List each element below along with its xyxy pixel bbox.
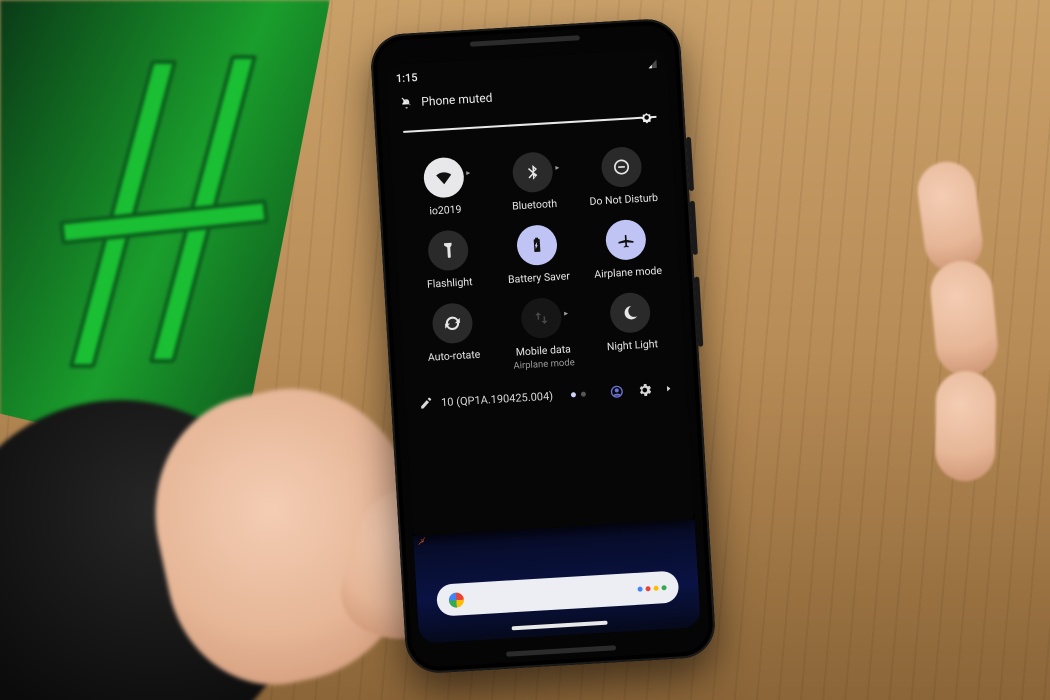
brightness-thumb[interactable]	[637, 108, 656, 127]
tile-wifi[interactable]: ▸ io2019	[401, 155, 488, 219]
tile-mobiledata[interactable]: ▸ Mobile dataAirplane mode	[499, 296, 586, 373]
status-clock: 1:15	[395, 70, 417, 84]
tile-caret-icon[interactable]: ▸	[564, 310, 568, 318]
tile-caret-icon[interactable]: ▸	[555, 164, 559, 172]
edit-tiles-icon[interactable]	[419, 396, 434, 411]
gesture-nav-bar[interactable]	[512, 621, 608, 631]
tile-autorotate[interactable]: Auto-rotate	[409, 301, 496, 378]
flashlight-icon[interactable]	[427, 229, 469, 271]
battery-icon[interactable]	[516, 224, 558, 266]
bell-off-icon	[399, 95, 414, 110]
tile-label: Flashlight	[427, 275, 473, 291]
tile-label: Mobile data	[515, 343, 571, 359]
page-dots	[571, 391, 586, 397]
ringer-label: Phone muted	[421, 91, 493, 109]
brightness-icon	[637, 108, 656, 127]
scene-root: 1:15 Phone muted ▸ io2019 ▸ Bluetooth Do Not…	[0, 0, 1050, 700]
dnd-icon[interactable]	[601, 146, 643, 188]
page-dot	[581, 391, 586, 396]
status-icons	[643, 56, 658, 70]
quick-settings-grid: ▸ io2019 ▸ Bluetooth Do Not Disturb Flashligh…	[391, 140, 686, 387]
settings-gear-icon[interactable]	[636, 382, 653, 399]
tile-label: io2019	[429, 203, 462, 218]
tile-nightlight[interactable]: Night Light	[588, 291, 675, 368]
bluetooth-icon[interactable]	[512, 151, 554, 193]
nightlight-icon[interactable]	[609, 292, 651, 334]
homescreen-background	[413, 519, 701, 644]
tile-label: Bluetooth	[512, 197, 558, 213]
phone-screen: 1:15 Phone muted ▸ io2019 ▸ Bluetooth Do Not…	[385, 48, 701, 644]
autorotate-icon[interactable]	[431, 302, 473, 344]
google-search-bar[interactable]	[436, 570, 679, 616]
tile-battery[interactable]: Battery Saver	[494, 223, 581, 287]
volume-mute-indicator-icon	[416, 535, 428, 550]
quick-settings-shade: 1:15 Phone muted ▸ io2019 ▸ Bluetooth Do Not…	[385, 48, 694, 536]
page-dot-active	[571, 392, 576, 397]
fingers	[917, 132, 1050, 483]
tile-flashlight[interactable]: Flashlight	[405, 228, 492, 292]
google-logo-icon	[448, 592, 464, 608]
airplane-icon[interactable]	[605, 219, 647, 261]
user-avatar-icon[interactable]	[608, 384, 625, 401]
cellular-signal-icon	[647, 58, 658, 69]
build-number: 10 (QP1A.190425.004)	[441, 389, 554, 409]
tile-sublabel: Airplane mode	[513, 358, 575, 373]
tile-label: Do Not Disturb	[589, 191, 658, 208]
assistant-icon[interactable]	[637, 585, 666, 592]
tile-dnd[interactable]: Do Not Disturb	[579, 145, 666, 209]
tile-label: Night Light	[607, 337, 659, 353]
phone-body: 1:15 Phone muted ▸ io2019 ▸ Bluetooth Do Not…	[369, 17, 716, 674]
tile-bluetooth[interactable]: ▸ Bluetooth	[490, 150, 577, 214]
tile-caret-icon[interactable]: ▸	[466, 169, 470, 177]
tile-label: Auto-rotate	[428, 348, 481, 364]
expand-icon[interactable]	[664, 383, 673, 395]
tile-label: Airplane mode	[594, 264, 662, 281]
tile-label: Battery Saver	[508, 269, 571, 286]
wifi-icon[interactable]	[422, 156, 464, 198]
tile-airplane[interactable]: Airplane mode	[583, 218, 670, 282]
brightness-track	[403, 116, 657, 133]
mobiledata-icon[interactable]	[520, 297, 562, 339]
